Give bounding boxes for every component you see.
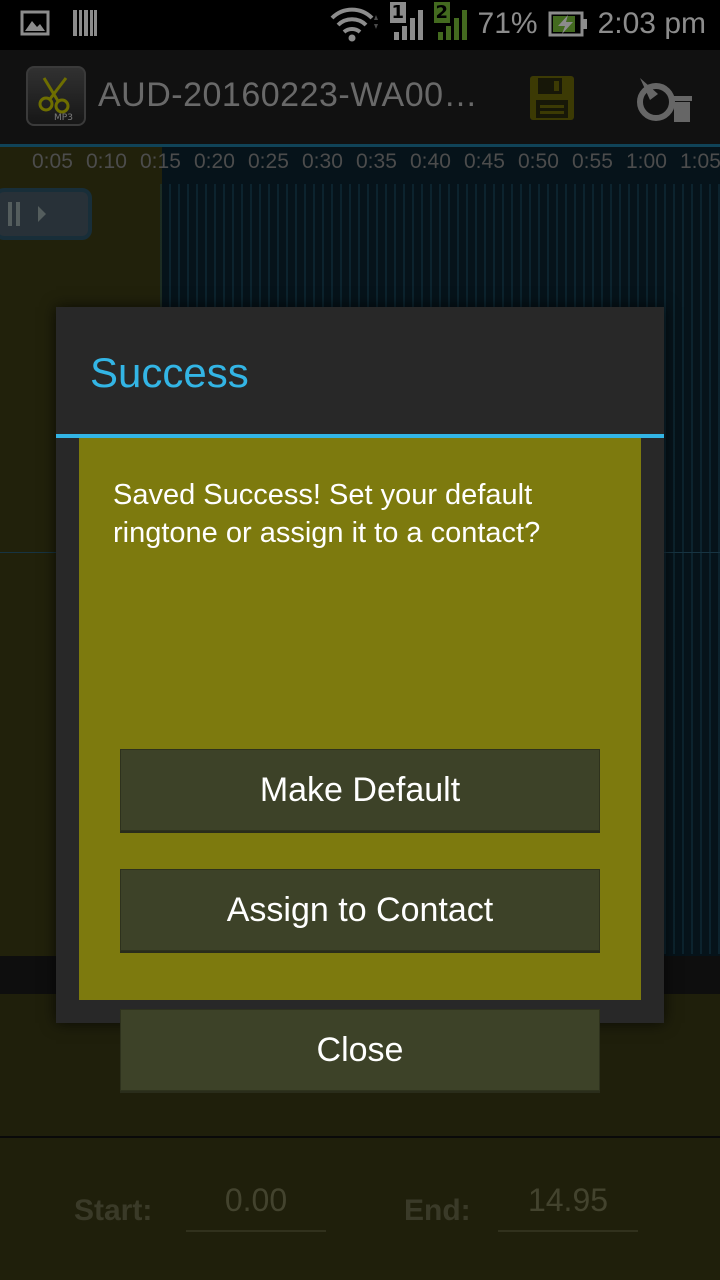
dialog-message: Saved Success! Set your default ringtone… (113, 479, 541, 549)
make-default-button[interactable]: Make Default (120, 749, 600, 831)
dialog-body: Saved Success! Set your default ringtone… (79, 438, 641, 1091)
assign-to-contact-button[interactable]: Assign to Contact (120, 869, 600, 951)
dialog-title: Success (90, 349, 249, 396)
close-button[interactable]: Close (120, 1009, 600, 1091)
success-dialog: Success Saved Success! Set your default … (56, 307, 664, 1091)
